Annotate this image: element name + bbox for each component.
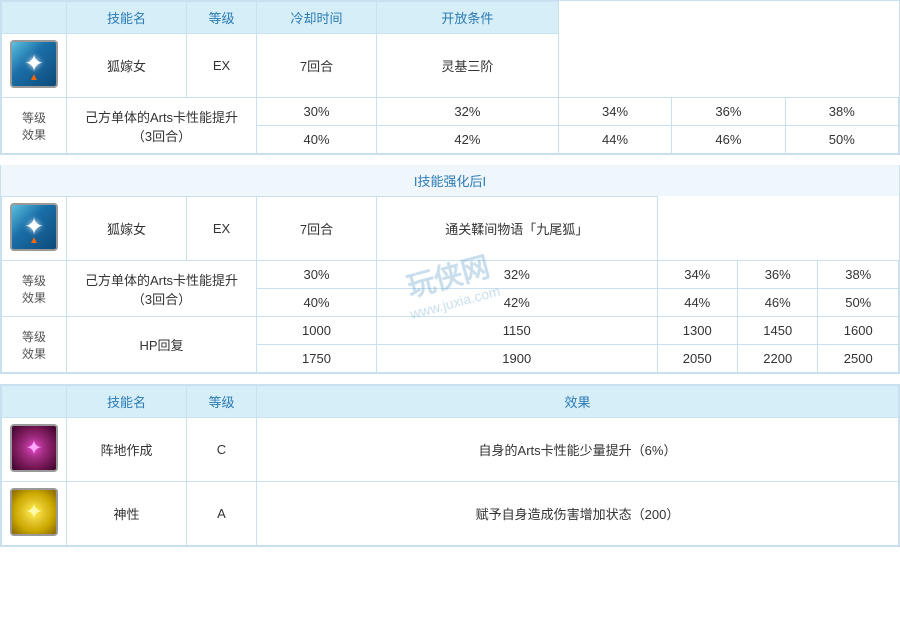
skill-level-after: EX [187, 197, 257, 261]
after-a1-r2c1: 40% [257, 289, 377, 317]
ground-skill-icon [10, 424, 58, 472]
grade-val-1-r2-c1: 40% [257, 126, 377, 154]
after-a1-r2c3: 44% [657, 289, 737, 317]
grade-val-1-r1-c1: 30% [257, 98, 377, 126]
grade-effect-after-2a: 等级 效果 HP回复 1000 1150 1300 1450 1600 [2, 317, 899, 345]
passive-skill-row-2: 神性 A 赋予自身造成伤害增加状态（200） [2, 482, 899, 546]
after-a1-r1c1: 30% [257, 261, 377, 289]
after-hp-r2c5: 2500 [818, 345, 899, 373]
grade-val-1-r2-c5: 50% [785, 126, 898, 154]
after-hp-r2c3: 2050 [657, 345, 737, 373]
grade-label-after-2: 等级 效果 [2, 317, 67, 373]
skill-name-before: 狐嫁女 [67, 34, 187, 98]
passive-icon-cell-1 [2, 418, 67, 482]
after-a1-r1c4: 36% [737, 261, 817, 289]
after-hp-r2c4: 2200 [737, 345, 817, 373]
after-hp-r2c1: 1750 [257, 345, 377, 373]
passive-name-1: 阵地作成 [67, 418, 187, 482]
after-a1-r2c5: 50% [818, 289, 899, 317]
header-cooldown: 冷却时间 [257, 2, 377, 34]
skill-cd-after: 7回合 [257, 197, 377, 261]
after-a1-r1c3: 34% [657, 261, 737, 289]
divine-skill-icon [10, 488, 58, 536]
grade-val-1-r1-c3: 34% [558, 98, 671, 126]
passive-name-2: 神性 [67, 482, 187, 546]
enhanced-label: I技能强化后I [0, 165, 900, 196]
passive-header-name: 技能名 [67, 386, 187, 418]
grade-val-1-r2-c2: 42% [377, 126, 559, 154]
passive-skill-row-1: 阵地作成 C 自身的Arts卡性能少量提升（6%） [2, 418, 899, 482]
grade-label-after-1: 等级 效果 [2, 261, 67, 317]
after-hp-r1c4: 1450 [737, 317, 817, 345]
skill-condition-before: 灵基三阶 [377, 34, 559, 98]
grade-desc-after-2: HP回复 [67, 317, 257, 373]
passive-header-effect: 效果 [257, 386, 899, 418]
header-condition: 开放条件 [377, 2, 559, 34]
skill-name-after: 狐嫁女 [67, 197, 187, 261]
fox-skill-icon-after [10, 203, 58, 251]
grade-effect-row-1a: 等级 效果 己方单体的Arts卡性能提升（3回合） 30% 32% 34% 36… [2, 98, 899, 126]
skill-row-after: 狐嫁女 EX 7回合 通关鞣间物语「九尾狐」 [2, 197, 899, 261]
grade-val-1-r1-c5: 38% [785, 98, 898, 126]
skill-condition-after: 通关鞣间物语「九尾狐」 [377, 197, 658, 261]
grade-label-1: 等级 效果 [2, 98, 67, 154]
grade-desc-after-1: 己方单体的Arts卡性能提升（3回合） [67, 261, 257, 317]
after-hp-r2c2: 1900 [377, 345, 658, 373]
passive-effect-1: 自身的Arts卡性能少量提升（6%） [257, 418, 899, 482]
header-skill-name: 技能名 [67, 2, 187, 34]
passive-level-2: A [187, 482, 257, 546]
after-a1-r2c2: 42% [377, 289, 658, 317]
grade-effect-after-1a: 等级 效果 己方单体的Arts卡性能提升（3回合） 30% 32% 34% 36… [2, 261, 899, 289]
after-a1-r1c2: 32% [377, 261, 658, 289]
passive-effect-2: 赋予自身造成伤害增加状态（200） [257, 482, 899, 546]
after-a1-r2c4: 46% [737, 289, 817, 317]
skill-icon-cell [2, 34, 67, 98]
skill-icon-cell-after [2, 197, 67, 261]
passive-header-icon [2, 386, 67, 418]
grade-val-1-r2-c3: 44% [558, 126, 671, 154]
after-hp-r1c5: 1600 [818, 317, 899, 345]
header-level: 等级 [187, 2, 257, 34]
after-hp-r1c3: 1300 [657, 317, 737, 345]
passive-level-1: C [187, 418, 257, 482]
fox-skill-icon [10, 40, 58, 88]
grade-desc-1: 己方单体的Arts卡性能提升（3回合） [67, 98, 257, 154]
passive-header-level: 等级 [187, 386, 257, 418]
after-hp-r1c2: 1150 [377, 317, 658, 345]
skill-row-before: 狐嫁女 EX 7回合 灵基三阶 [2, 34, 899, 98]
grade-val-1-r1-c4: 36% [672, 98, 785, 126]
header-icon [2, 2, 67, 34]
after-a1-r1c5: 38% [818, 261, 899, 289]
after-hp-r1c1: 1000 [257, 317, 377, 345]
grade-val-1-r2-c4: 46% [672, 126, 785, 154]
skill-cd-before: 7回合 [257, 34, 377, 98]
grade-val-1-r1-c2: 32% [377, 98, 559, 126]
skill-level-before: EX [187, 34, 257, 98]
passive-icon-cell-2 [2, 482, 67, 546]
